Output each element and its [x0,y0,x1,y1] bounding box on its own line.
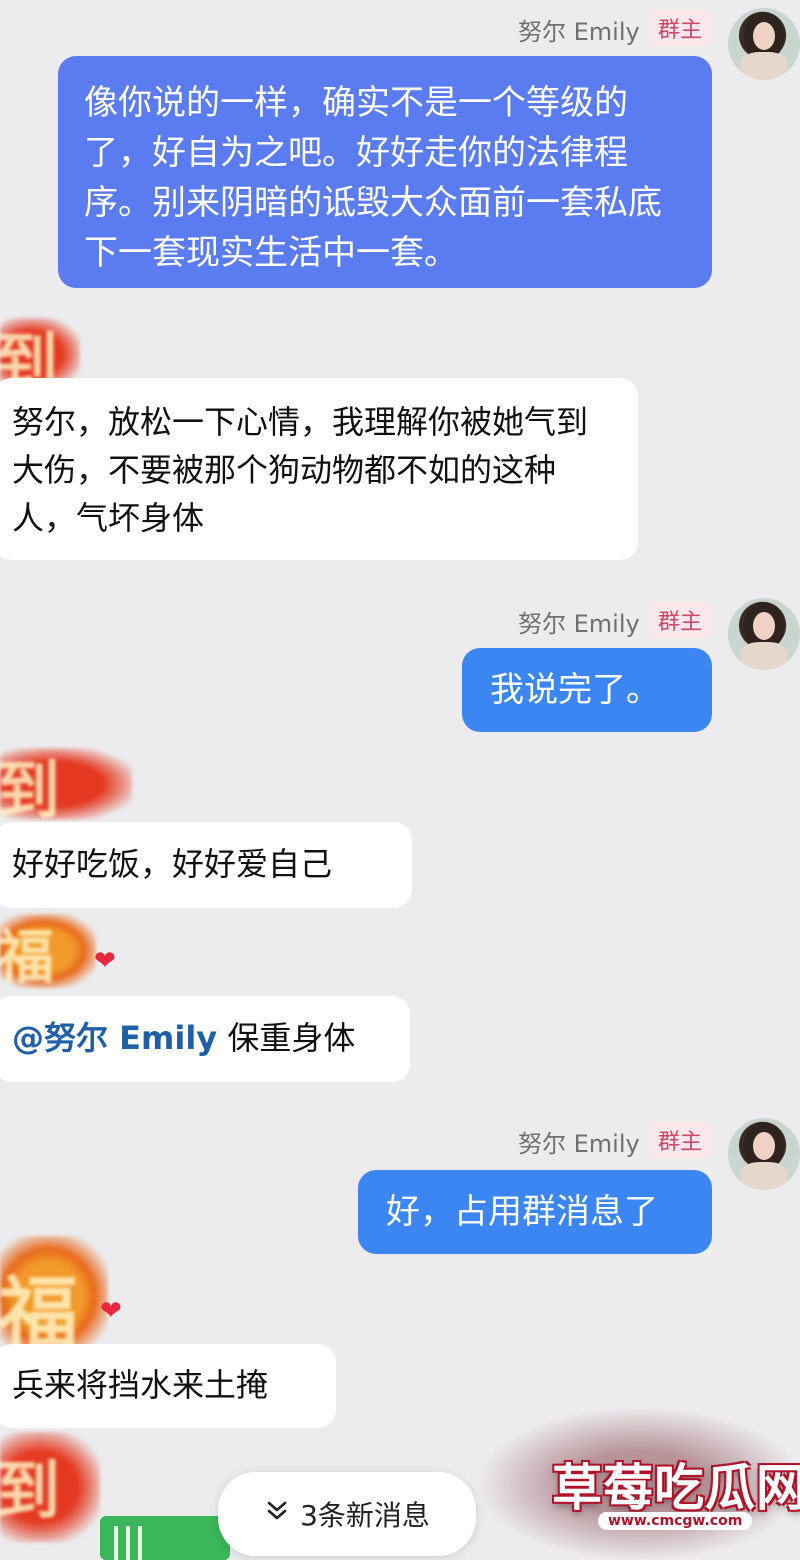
owner-badge: 群主 [650,10,711,46]
watermark-logo: 草莓吃瓜网 [552,1459,800,1517]
sticker-avatar[interactable]: 到 [0,1432,100,1542]
message-text: 好，占用群消息了 [386,1192,658,1232]
message-text: @努尔 Emily 保重身体 [12,1014,386,1062]
message-text: 我说完了。 [490,670,660,710]
avatar[interactable] [728,598,800,670]
owner-badge: 群主 [650,602,711,638]
message-bubble-self[interactable]: 像你说的一样，确实不是一个等级的了，好自为之吧。好好走你的法律程序。别来阴暗的诋… [58,56,712,288]
message-bubble-self[interactable]: 我说完了。 [462,648,712,732]
message-bubble-other[interactable]: 兵来将挡水来土掩 [0,1344,336,1428]
message-text: 像你说的一样，确实不是一个等级的了，好自为之吧。好好走你的法律程序。别来阴暗的诋… [84,83,662,273]
sticker-glyph: 福 [0,923,55,988]
message-bubble-self[interactable]: 好，占用群消息了 [358,1170,712,1254]
sender-name: 努尔 Emily [518,1130,640,1158]
heart-icon: ❤ [94,946,116,976]
message-bubble-other[interactable]: @努尔 Emily 保重身体 [0,996,410,1082]
heart-icon: ❤ [100,1296,122,1326]
message-text-rest: 保重身体 [217,1019,356,1057]
chevron-double-down-icon [264,1498,290,1531]
sticker-glyph: 到 [0,754,60,820]
sticker-avatar[interactable]: 福 [0,914,96,988]
sticker-avatar[interactable]: 到 [0,748,132,820]
message-text: 努尔，放松一下心情，我理解你被她气到大伤，不要被那个狗动物都不如的这种人，气坏身… [12,403,589,537]
message-text: 好好吃饭，好好爱自己 [12,845,333,883]
message-text: 兵来将挡水来土掩 [12,1366,269,1404]
sender-name: 努尔 Emily [518,18,640,46]
sender-name: 努尔 Emily [518,610,640,638]
mention-link[interactable]: @努尔 Emily [12,1019,217,1057]
message-bubble-other[interactable]: 好好吃饭，好好爱自己 [0,822,412,908]
message-bubble-other[interactable]: 努尔，放松一下心情，我理解你被她气到大伤，不要被那个狗动物都不如的这种人，气坏身… [0,378,638,560]
green-attachment-strip [100,1516,230,1560]
owner-badge: 群主 [650,1122,711,1158]
sticker-glyph: 福 [0,1267,78,1356]
watermark-url: www.cmcgw.com [598,1512,753,1530]
avatar[interactable] [728,8,800,80]
avatar[interactable] [728,1118,800,1190]
new-messages-label: 3条新消息 [300,1499,430,1532]
sticker-avatar[interactable]: 福 [0,1236,108,1356]
new-messages-button[interactable]: 3条新消息 [218,1472,476,1556]
sticker-glyph: 到 [0,1454,60,1529]
